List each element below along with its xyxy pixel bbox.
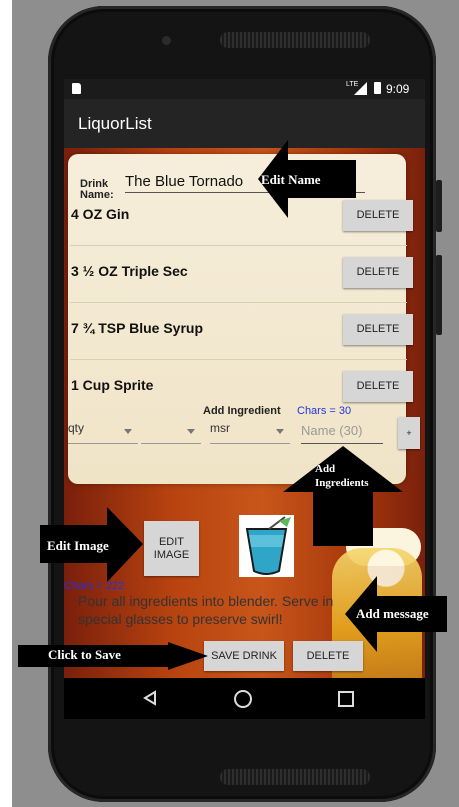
ingredient-row: 7 ¾ TSP Blue Syrup DELETE <box>70 310 415 350</box>
row-divider <box>70 245 407 246</box>
ingredient-row: 1 Cup Sprite DELETE <box>70 367 415 407</box>
edit-image-button[interactable]: EDIT IMAGE <box>144 521 199 576</box>
add-message-annotation: Add message <box>356 606 429 621</box>
row-divider <box>70 302 407 303</box>
ingredient-row: 4 OZ Gin DELETE <box>70 196 415 236</box>
power-button <box>436 180 442 232</box>
ingredient-chars-counter: Chars = 30 <box>297 405 352 417</box>
bottom-speaker-grille <box>220 769 370 785</box>
fraction-spinner[interactable] <box>141 421 201 444</box>
ingredient-text: 3 ½ OZ Triple Sec <box>71 263 188 279</box>
measure-value: msr <box>210 421 230 435</box>
delete-ingredient-button[interactable]: DELETE <box>343 371 413 402</box>
status-time: 9:09 <box>386 82 410 96</box>
delete-ingredient-button[interactable]: DELETE <box>343 314 413 345</box>
status-bar: LTE 9:09 <box>64 79 425 99</box>
edit-name-annotation: Edit Name <box>261 172 321 187</box>
row-divider <box>70 359 407 360</box>
ingredient-name-input[interactable]: Name (30) <box>301 421 383 444</box>
chevron-down-icon <box>276 429 284 434</box>
add-ingredients-annotation: Add Ingredients <box>315 463 369 489</box>
add-ingredient-button[interactable]: + <box>398 417 420 449</box>
ingredient-text: 7 ¾ TSP Blue Syrup <box>71 320 204 336</box>
front-camera <box>162 36 171 45</box>
sd-card-icon <box>72 83 81 94</box>
arrow-up-icon <box>283 446 403 546</box>
app-title: LiquorList <box>78 114 152 133</box>
delete-ingredient-button[interactable]: DELETE <box>343 257 413 288</box>
message-input[interactable]: Pour all ingredients into blender. Serve… <box>78 592 348 628</box>
edit-image-annotation: Edit Image <box>47 538 109 553</box>
chevron-down-icon <box>187 429 195 434</box>
save-drink-button[interactable]: SAVE DRINK <box>204 641 284 671</box>
battery-icon <box>374 82 381 94</box>
back-icon[interactable] <box>142 690 158 706</box>
add-ingredient-label: Add Ingredient <box>203 405 281 417</box>
app-bar: LiquorList <box>64 99 425 148</box>
ingredient-text: 1 Cup Sprite <box>71 377 154 393</box>
click-to-save-annotation: Click to Save <box>48 647 121 662</box>
ingredient-row: 3 ½ OZ Triple Sec DELETE <box>70 253 415 293</box>
recents-icon[interactable] <box>338 691 354 707</box>
qty-spinner[interactable]: qty <box>68 421 138 444</box>
chevron-down-icon <box>124 429 132 434</box>
home-icon[interactable] <box>234 690 252 708</box>
measure-spinner[interactable]: msr <box>210 421 290 444</box>
navigation-bar <box>64 678 425 719</box>
qty-value: qty <box>68 421 85 435</box>
signal-icon <box>354 82 367 95</box>
ingredient-text: 4 OZ Gin <box>71 206 130 222</box>
volume-button <box>436 255 442 335</box>
top-speaker-grille <box>220 32 370 48</box>
